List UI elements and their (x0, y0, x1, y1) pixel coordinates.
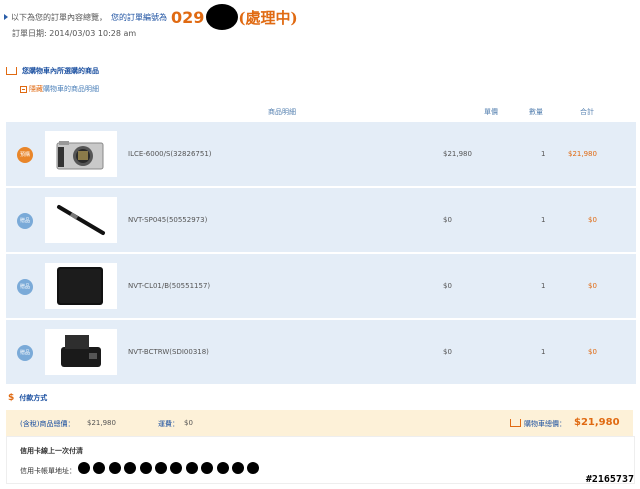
product-sku: NVT-SP045(50552973) (128, 216, 208, 224)
quantity: 1 (541, 150, 546, 158)
hide-details-link[interactable]: 隱藏 (29, 84, 43, 94)
order-date: 訂單日期: 2014/03/03 10:28 am (12, 29, 137, 38)
product-sku: NVT-BCTRW(SDI00318) (128, 348, 209, 356)
arrow-icon (4, 14, 8, 20)
redaction-dot (154, 462, 167, 474)
lens-pen-icon[interactable] (45, 197, 117, 243)
payment-section-title: $ 付款方式 (8, 393, 47, 403)
cleaning-cloth-icon[interactable] (45, 263, 117, 309)
redaction-dot (201, 462, 214, 474)
billing-address-label: 信用卡帳單地址： (20, 467, 76, 475)
cart-total-label: 購物車總價： (524, 420, 566, 428)
redaction-dot (185, 462, 198, 474)
redaction-dot (108, 462, 121, 474)
row-total: $0 (588, 282, 597, 290)
payment-details (6, 436, 635, 484)
toggle-description: 購物車的商品明細 (43, 85, 99, 93)
row-total: $0 (588, 216, 597, 224)
camera-body-icon[interactable] (45, 131, 117, 177)
order-number-label: 您的訂單編號為 (111, 12, 167, 22)
goods-total-label: (含稅)商品總價： (20, 420, 75, 428)
table-row: 贈品 NVT-BCTRW(SDI00318) $0 1 $0 (6, 320, 636, 384)
table-row: 預購 ILCE-6000/S(32826751) $21,980 1 $21,9… (6, 122, 636, 186)
row-total: $21,980 (568, 150, 597, 158)
cart-section-title: 您購物車內所選購的商品 (6, 66, 99, 76)
cart-title-text: 您購物車內所選購的商品 (22, 67, 99, 75)
redaction-dot (124, 462, 137, 474)
gift-badge: 贈品 (17, 279, 33, 295)
cart-total-value: $21,980 (574, 417, 620, 428)
quantity: 1 (541, 282, 546, 290)
quantity: 1 (541, 348, 546, 356)
quantity: 1 (541, 216, 546, 224)
product-sku: NVT-CL01/B(50551157) (128, 282, 211, 290)
table-row: 贈品 NVT-CL01/B(50551157) $0 1 $0 (6, 254, 636, 318)
redaction-dot (93, 462, 106, 474)
order-number: 029 (171, 7, 205, 27)
table-row: 贈品 NVT-SP045(50552973) $0 1 $0 (6, 188, 636, 252)
header-total: 合計 (580, 108, 594, 116)
redaction-mark (206, 4, 239, 30)
payment-title-text: 付款方式 (19, 394, 48, 402)
redaction-dot (139, 462, 152, 474)
redaction-dot (216, 462, 229, 474)
header-quantity: 數量 (529, 108, 543, 116)
redacted-address (78, 462, 263, 474)
cart-icon (510, 419, 521, 427)
dollar-icon: $ (8, 393, 15, 403)
unit-price: $0 (443, 282, 452, 290)
cart-items: 預購 ILCE-6000/S(32826751) $21,980 1 $21,9… (6, 122, 636, 386)
row-total: $0 (588, 348, 597, 356)
watermark: #2165737 (585, 474, 634, 485)
unit-price: $0 (443, 216, 452, 224)
unit-price: $0 (443, 348, 452, 356)
order-header: 以下為您的訂單內容總覽， 您的訂單編號為 029 (處理中) (4, 4, 298, 30)
redaction-dot (231, 462, 244, 474)
redaction-dot (247, 462, 260, 474)
product-sku: ILCE-6000/S(32826751) (128, 150, 212, 158)
detail-toggle[interactable]: 隱藏 購物車的商品明細 (20, 84, 99, 94)
order-status: (處理中) (238, 8, 298, 27)
goods-total-value: $21,980 (87, 419, 116, 427)
gift-badge: 贈品 (17, 345, 33, 361)
collapse-icon[interactable] (20, 85, 27, 93)
redaction-dot (78, 462, 90, 474)
gift-badge: 贈品 (17, 213, 33, 229)
intro-text: 以下為您的訂單內容總覽， (11, 12, 107, 22)
cart-icon (6, 67, 17, 75)
header-unit-price: 單價 (484, 108, 498, 116)
shipping-value: $0 (184, 419, 193, 427)
payment-method: 信用卡線上一次付清 (20, 447, 83, 455)
battery-charger-icon[interactable] (45, 329, 117, 375)
unit-price: $21,980 (443, 150, 472, 158)
preorder-badge: 預購 (17, 147, 33, 163)
header-item-details: 商品明細 (268, 108, 296, 116)
order-summary: (含稅)商品總價： $21,980 運費： $0 購物車總價： $21,980 (6, 410, 633, 436)
redaction-dot (170, 462, 183, 474)
shipping-label: 運費： (158, 420, 179, 428)
